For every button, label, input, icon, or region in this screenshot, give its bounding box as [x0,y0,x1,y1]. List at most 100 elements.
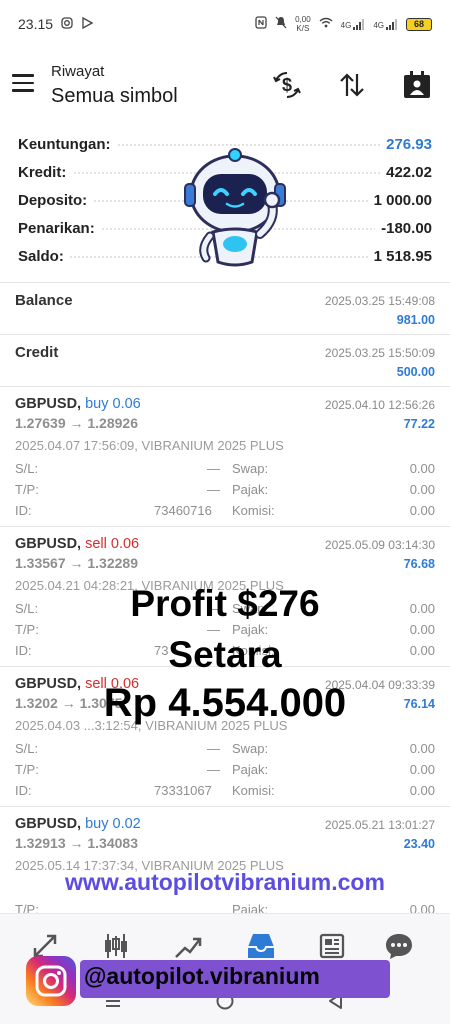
tax-label: Pajak: [232,762,269,777]
entry-amount: 981.00 [396,313,435,327]
summary-label: Keuntungan: [18,135,117,153]
play-notif-icon [81,16,94,32]
id-value: 73331067 [154,783,212,798]
trade-header: GBPUSD, sell 0.06 [15,536,139,552]
swap-label: Swap: [232,741,269,756]
signal-2: 4G [373,18,398,30]
chat-icon[interactable] [381,928,417,964]
trade-header: GBPUSD, buy 0.06 [15,396,141,412]
entry-date: 2025.03.25 15:50:09 [324,346,435,360]
overlay-setara-text: Setara [168,634,282,675]
entry-title: Balance [15,292,73,309]
history-icon[interactable] [243,928,279,964]
sort-icon[interactable] [335,68,369,102]
trade-profit: 77.22 [403,417,435,431]
header-subtitle: Riwayat [51,63,105,80]
tax-label: Pajak: [232,482,269,497]
status-time: 23.15 [18,16,54,32]
robot-mascot-image [180,146,290,270]
trade-symbol: GBPUSD, [15,396,82,412]
tax-value: 0.00 [409,482,435,497]
trade-price: 1.32913 → 1.34083 [15,835,138,851]
trade-profit: 23.40 [403,837,435,851]
summary-label: Penarikan: [18,219,101,237]
commission-value: 0.00 [409,503,435,518]
header-title[interactable]: Semua simbol [51,85,178,108]
swap-value: 0.00 [409,461,435,476]
currency-exchange-icon[interactable]: $ [270,68,304,102]
sl-value: — [207,461,220,476]
calendar-user-icon[interactable] [400,68,434,102]
net-speed-unit: K/S [296,24,310,33]
trade-header: GBPUSD, buy 0.02 [15,816,141,832]
sl-label: S/L: [15,461,39,476]
tp-value: — [207,762,220,777]
svg-text:$: $ [282,75,292,95]
history-item-credit[interactable]: Credit 2025.03.25 15:50:09 500.00 [0,334,450,386]
summary-value: 422.02 [380,163,432,181]
tp-label: T/P: [15,762,39,777]
swap-value: 0.00 [409,741,435,756]
trade-item[interactable]: GBPUSD, buy 0.02 2025.05.21 13:01:27 1.3… [0,806,450,926]
signal-1-label: 4G [340,20,352,30]
trade-symbol: GBPUSD, [15,536,82,552]
entry-date: 2025.03.25 15:49:08 [324,294,435,308]
battery-icon: 68 [406,17,432,31]
history-item-balance[interactable]: Balance 2025.03.25 15:49:08 981.00 [0,282,450,334]
net-speed: 0,00 K/S [295,15,311,33]
summary-value: -180.00 [375,219,432,237]
overlay-profit-text: Profit $276 [130,583,320,624]
trade-item[interactable]: GBPUSD, buy 0.06 2025.04.10 12:56:26 1.2… [0,386,450,526]
overlay-rupiah-text: Rp 4.554.000 [103,681,347,725]
trade-details: S/L: — Swap: 0.00 T/P: — Pajak: 0.00 ID: 734607… [15,459,435,522]
summary-label: Saldo: [18,247,70,265]
summary-label: Deposito: [18,191,94,209]
wifi-icon [319,17,333,31]
news-icon[interactable] [314,928,350,964]
trade-close-date: 2025.04.10 12:56:26 [324,398,435,412]
signal-2-label: 4G [373,20,384,30]
trade-open-info: 2025.04.07 17:56:09, VIBRANIUM 2025 PLUS [15,438,284,453]
net-speed-value: 0,00 [295,15,311,24]
summary-value: 1 518.95 [367,247,432,265]
status-bar: 23.15 0,00 K/S 4G 4G 68 [0,0,450,48]
menu-icon[interactable] [12,74,36,94]
trade-side: sell 0.06 [85,536,140,552]
instagram-handle-text: @autopilot.vibranium [84,963,320,989]
nfc-icon [255,16,267,32]
trade-side: buy 0.06 [85,396,141,412]
commission-label: Komisi: [232,783,275,798]
entry-title: Credit [15,344,59,361]
instagram-notif-icon [61,16,73,32]
tp-label: T/P: [15,482,39,497]
tax-value: 0.00 [409,762,435,777]
trade-profit: 76.68 [403,557,435,571]
trade-price: 1.27639 → 1.28926 [15,415,138,431]
trade-close-date: 2025.05.09 03:14:30 [324,538,435,552]
summary-label: Kredit: [18,163,73,181]
instagram-logo-icon [26,956,76,1006]
entry-amount: 500.00 [396,365,435,379]
trade-side: buy 0.02 [85,816,141,832]
app-header: Riwayat Semua simbol $ [0,52,450,122]
commission-label: Komisi: [232,503,275,518]
trade-symbol: GBPUSD, [15,816,82,832]
id-label: ID: [15,503,32,518]
sl-value: — [207,741,220,756]
trade-details: S/L: — Swap: 0.00 T/P: — Pajak: 0.00 ID: 733310… [15,739,435,802]
trade-icon[interactable] [170,928,206,964]
tp-value: — [207,482,220,497]
id-value: 73460716 [154,503,212,518]
commission-value: 0.00 [409,783,435,798]
trade-close-date: 2025.05.21 13:01:27 [324,818,435,832]
summary-value: 1 000.00 [367,191,432,209]
swap-label: Swap: [232,461,269,476]
id-label: ID: [15,783,32,798]
trade-price: 1.33567 → 1.32289 [15,555,138,571]
overlay-url-text: www.autopilotvibranium.com [65,869,385,895]
summary-value: 276.93 [380,135,432,153]
signal-1: 4G [340,18,366,30]
mute-icon [275,16,287,32]
sl-label: S/L: [15,741,39,756]
chart-icon[interactable] [98,928,134,964]
